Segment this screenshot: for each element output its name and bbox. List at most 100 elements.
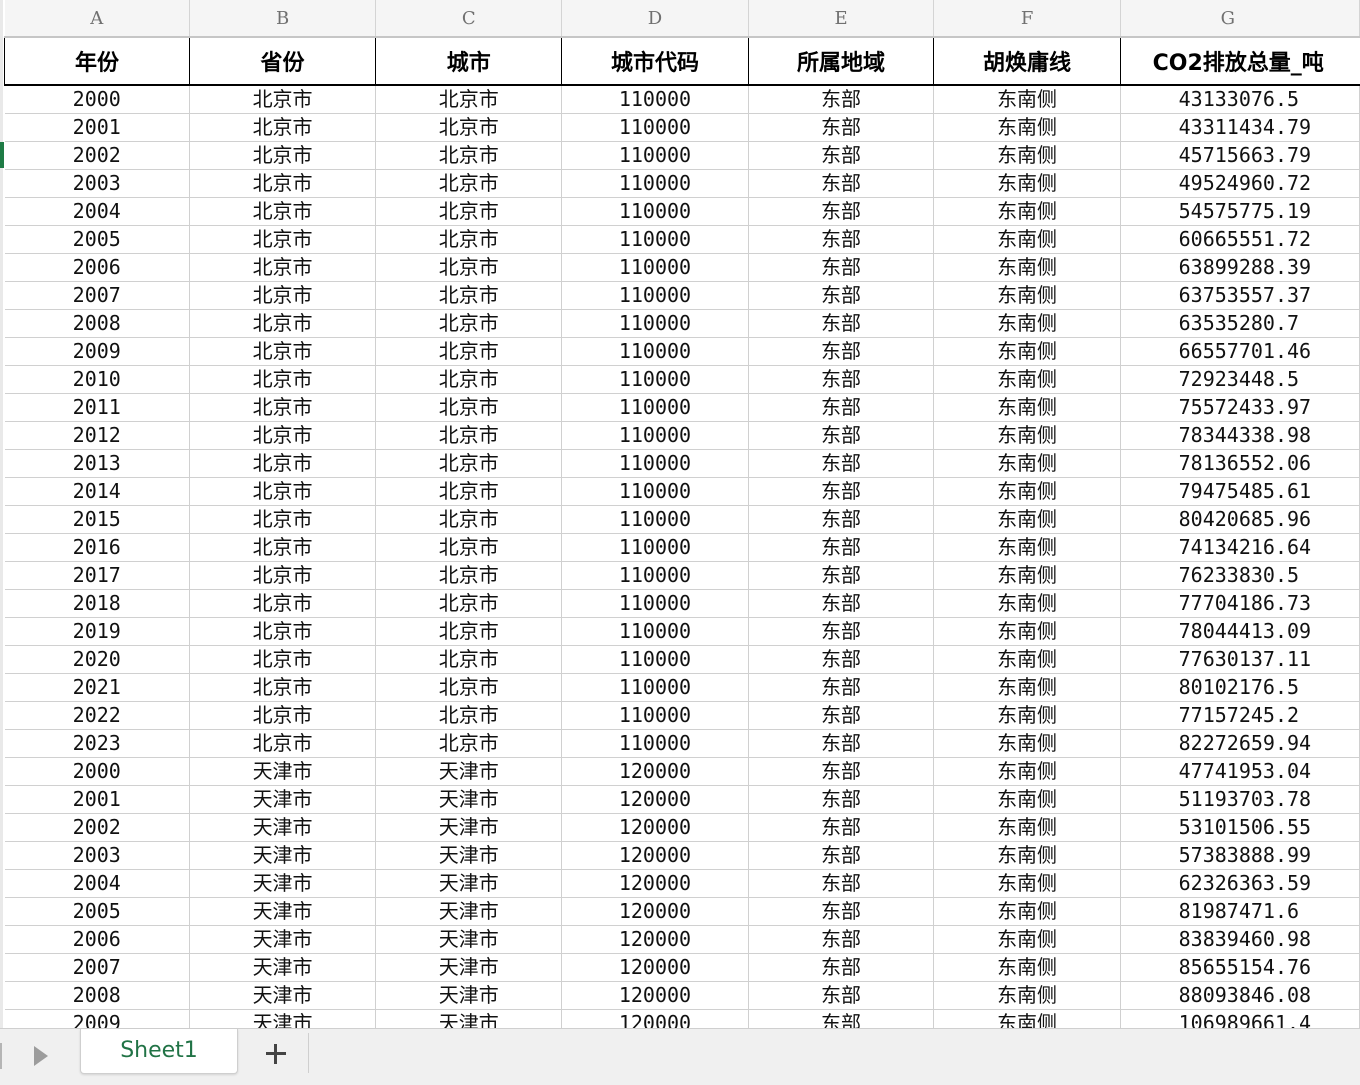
table-cell[interactable]: 北京市 xyxy=(375,673,563,702)
table-cell[interactable]: 2001 xyxy=(4,785,190,814)
table-cell[interactable]: 2007 xyxy=(4,953,190,982)
header-cell[interactable]: 城市代码 xyxy=(561,36,749,86)
table-cell[interactable]: 北京市 xyxy=(189,197,377,226)
table-cell[interactable]: 东部 xyxy=(748,785,935,814)
table-cell[interactable]: 东南侧 xyxy=(933,393,1121,422)
table-cell[interactable]: 东南侧 xyxy=(933,281,1121,310)
table-cell[interactable]: 东部 xyxy=(748,925,935,954)
table-cell[interactable]: 东南侧 xyxy=(933,645,1121,674)
table-cell[interactable]: 2002 xyxy=(4,813,190,842)
table-cell[interactable]: 2003 xyxy=(4,841,190,870)
table-cell[interactable]: 北京市 xyxy=(189,449,377,478)
table-cell[interactable]: 北京市 xyxy=(375,393,563,422)
table-cell[interactable]: 75572433.97 xyxy=(1120,393,1360,422)
header-cell[interactable]: 城市 xyxy=(375,36,563,86)
table-cell[interactable]: 110000 xyxy=(561,421,749,450)
table-cell[interactable]: 北京市 xyxy=(375,365,563,394)
table-cell[interactable]: 78044413.09 xyxy=(1120,617,1360,646)
table-cell[interactable]: 东南侧 xyxy=(933,309,1121,338)
table-cell[interactable]: 北京市 xyxy=(375,645,563,674)
table-cell[interactable]: 110000 xyxy=(561,561,749,590)
table-cell[interactable]: 东部 xyxy=(748,365,935,394)
table-cell[interactable]: 北京市 xyxy=(375,169,563,198)
table-cell[interactable]: 110000 xyxy=(561,533,749,562)
table-cell[interactable]: 2015 xyxy=(4,505,190,534)
table-cell[interactable]: 77630137.11 xyxy=(1120,645,1360,674)
table-cell[interactable]: 北京市 xyxy=(375,617,563,646)
table-cell[interactable]: 120000 xyxy=(561,897,749,926)
table-cell[interactable]: 东南侧 xyxy=(933,365,1121,394)
table-cell[interactable]: 东南侧 xyxy=(933,225,1121,254)
table-cell[interactable]: 北京市 xyxy=(375,281,563,310)
table-cell[interactable]: 北京市 xyxy=(189,365,377,394)
table-cell[interactable]: 天津市 xyxy=(375,1009,563,1028)
table-cell[interactable]: 北京市 xyxy=(375,505,563,534)
table-cell[interactable]: 2004 xyxy=(4,869,190,898)
table-cell[interactable]: 北京市 xyxy=(375,85,563,114)
table-cell[interactable]: 北京市 xyxy=(189,421,377,450)
table-cell[interactable]: 110000 xyxy=(561,617,749,646)
table-cell[interactable]: 北京市 xyxy=(189,113,377,142)
table-cell[interactable]: 北京市 xyxy=(189,281,377,310)
table-cell[interactable]: 东南侧 xyxy=(933,729,1121,758)
table-cell[interactable]: 天津市 xyxy=(189,785,377,814)
table-cell[interactable]: 天津市 xyxy=(189,925,377,954)
table-cell[interactable]: 东部 xyxy=(748,533,935,562)
table-cell[interactable]: 2016 xyxy=(4,533,190,562)
table-cell[interactable]: 49524960.72 xyxy=(1120,169,1360,198)
triangle-right-icon[interactable] xyxy=(30,1041,52,1071)
table-cell[interactable]: 东部 xyxy=(748,281,935,310)
table-cell[interactable]: 东南侧 xyxy=(933,981,1121,1010)
table-cell[interactable]: 东南侧 xyxy=(933,897,1121,926)
table-cell[interactable]: 北京市 xyxy=(189,561,377,590)
table-cell[interactable]: 天津市 xyxy=(375,757,563,786)
table-cell[interactable]: 东南侧 xyxy=(933,1009,1121,1028)
table-cell[interactable]: 东南侧 xyxy=(933,701,1121,730)
table-cell[interactable]: 77704186.73 xyxy=(1120,589,1360,618)
table-cell[interactable]: 东南侧 xyxy=(933,337,1121,366)
table-cell[interactable]: 120000 xyxy=(561,757,749,786)
table-cell[interactable]: 北京市 xyxy=(189,169,377,198)
table-cell[interactable]: 北京市 xyxy=(189,673,377,702)
table-cell[interactable]: 北京市 xyxy=(375,141,563,170)
table-cell[interactable]: 东部 xyxy=(748,729,935,758)
table-cell[interactable]: 东部 xyxy=(748,673,935,702)
table-cell[interactable]: 天津市 xyxy=(375,785,563,814)
table-cell[interactable]: 东南侧 xyxy=(933,785,1121,814)
table-cell[interactable]: 东部 xyxy=(748,645,935,674)
table-cell[interactable]: 北京市 xyxy=(375,589,563,618)
table-cell[interactable]: 东南侧 xyxy=(933,505,1121,534)
table-cell[interactable]: 北京市 xyxy=(375,561,563,590)
table-cell[interactable]: 东南侧 xyxy=(933,841,1121,870)
table-cell[interactable]: 110000 xyxy=(561,281,749,310)
table-cell[interactable]: 110000 xyxy=(561,309,749,338)
table-cell[interactable]: 110000 xyxy=(561,393,749,422)
table-cell[interactable]: 北京市 xyxy=(189,701,377,730)
table-cell[interactable]: 110000 xyxy=(561,365,749,394)
column-header[interactable]: G xyxy=(1120,0,1360,38)
table-cell[interactable]: 东部 xyxy=(748,589,935,618)
table-cell[interactable]: 天津市 xyxy=(375,953,563,982)
table-cell[interactable]: 2008 xyxy=(4,981,190,1010)
table-cell[interactable]: 80102176.5 xyxy=(1120,673,1360,702)
table-cell[interactable]: 东部 xyxy=(748,701,935,730)
table-cell[interactable]: 东部 xyxy=(748,421,935,450)
table-cell[interactable]: 2006 xyxy=(4,253,190,282)
header-cell[interactable]: 所属地域 xyxy=(747,36,935,86)
table-cell[interactable]: 北京市 xyxy=(189,141,377,170)
table-cell[interactable]: 天津市 xyxy=(189,869,377,898)
table-cell[interactable]: 天津市 xyxy=(375,981,563,1010)
table-cell[interactable]: 东南侧 xyxy=(933,813,1121,842)
table-cell[interactable]: 北京市 xyxy=(375,449,563,478)
table-cell[interactable]: 2008 xyxy=(4,309,190,338)
table-cell[interactable]: 63535280.7 xyxy=(1120,309,1360,338)
table-cell[interactable]: 东部 xyxy=(748,113,935,142)
table-cell[interactable]: 东部 xyxy=(748,561,935,590)
table-cell[interactable]: 东部 xyxy=(748,505,935,534)
table-cell[interactable]: 120000 xyxy=(561,981,749,1010)
table-cell[interactable]: 东南侧 xyxy=(933,113,1121,142)
table-cell[interactable]: 120000 xyxy=(561,869,749,898)
table-cell[interactable]: 120000 xyxy=(561,1009,749,1028)
table-cell[interactable]: 北京市 xyxy=(375,729,563,758)
table-cell[interactable]: 东部 xyxy=(748,253,935,282)
